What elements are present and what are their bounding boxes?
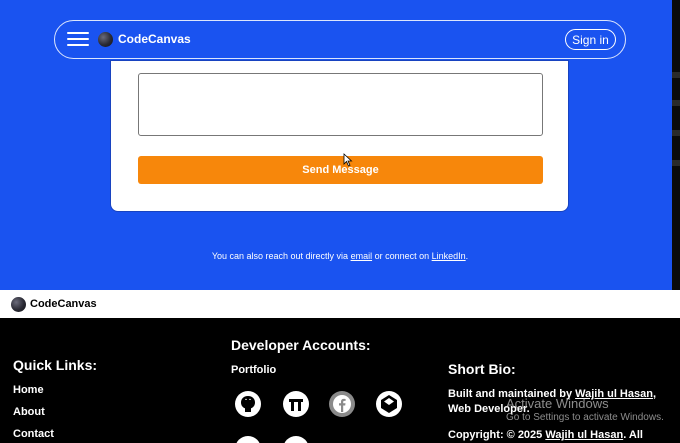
bio-suffix: , <box>652 388 657 400</box>
medium-icon[interactable] <box>283 391 309 417</box>
sign-in-button[interactable]: Sign in <box>565 29 616 50</box>
linkedin-link[interactable]: LinkedIn <box>432 251 466 261</box>
quick-link-about[interactable]: About <box>13 406 45 418</box>
activate-windows-title: Activate Windows <box>506 396 609 411</box>
contact-section: CodeCanvas Sign in Send Message You can … <box>0 0 672 290</box>
activate-windows-subtitle: Go to Settings to activate Windows. <box>506 412 664 423</box>
copyright-prefix: Copyright: © 2025 <box>448 429 546 441</box>
quick-link-contact[interactable]: Contact <box>13 428 54 440</box>
brand-name[interactable]: CodeCanvas <box>118 32 191 46</box>
side-scrollbar[interactable] <box>672 0 680 290</box>
reach-middle: or connect on <box>372 251 432 261</box>
footer-brand-name: CodeCanvas <box>30 298 97 310</box>
codepen-icon[interactable] <box>376 391 402 417</box>
social-icon-row2-1[interactable] <box>235 436 261 443</box>
logo-icon <box>11 297 26 312</box>
hamburger-menu-icon[interactable] <box>67 31 89 48</box>
logo-icon[interactable] <box>98 32 113 47</box>
quick-link-home[interactable]: Home <box>13 384 44 396</box>
mouse-cursor-icon <box>343 153 353 167</box>
copyright-text: Copyright: © 2025 Wajih ul Hasan. All <box>448 429 678 441</box>
email-link[interactable]: email <box>351 251 373 261</box>
contact-form-card: Send Message <box>110 60 569 212</box>
reach-prefix: You can also reach out directly via <box>211 251 351 261</box>
copyright-suffix: . All <box>623 429 643 441</box>
portfolio-label[interactable]: Portfolio <box>231 364 276 376</box>
reach-suffix: . <box>465 251 469 261</box>
facebook-icon[interactable] <box>329 391 355 417</box>
reach-out-text: You can also reach out directly via emai… <box>0 251 680 261</box>
message-textarea[interactable] <box>138 73 543 136</box>
navbar: CodeCanvas Sign in <box>54 20 626 59</box>
short-bio-title: Short Bio: <box>448 361 516 377</box>
footer: Quick Links: Home About Contact Develope… <box>0 318 680 443</box>
copyright-author-link[interactable]: Wajih ul Hasan <box>545 429 623 441</box>
social-icon-row2-2[interactable] <box>283 436 309 443</box>
quick-links-title: Quick Links: <box>13 357 98 373</box>
footer-brand-bar: CodeCanvas <box>0 290 680 318</box>
github-icon[interactable] <box>235 391 261 417</box>
send-message-button[interactable]: Send Message <box>138 156 543 184</box>
developer-accounts-title: Developer Accounts: <box>231 337 371 353</box>
